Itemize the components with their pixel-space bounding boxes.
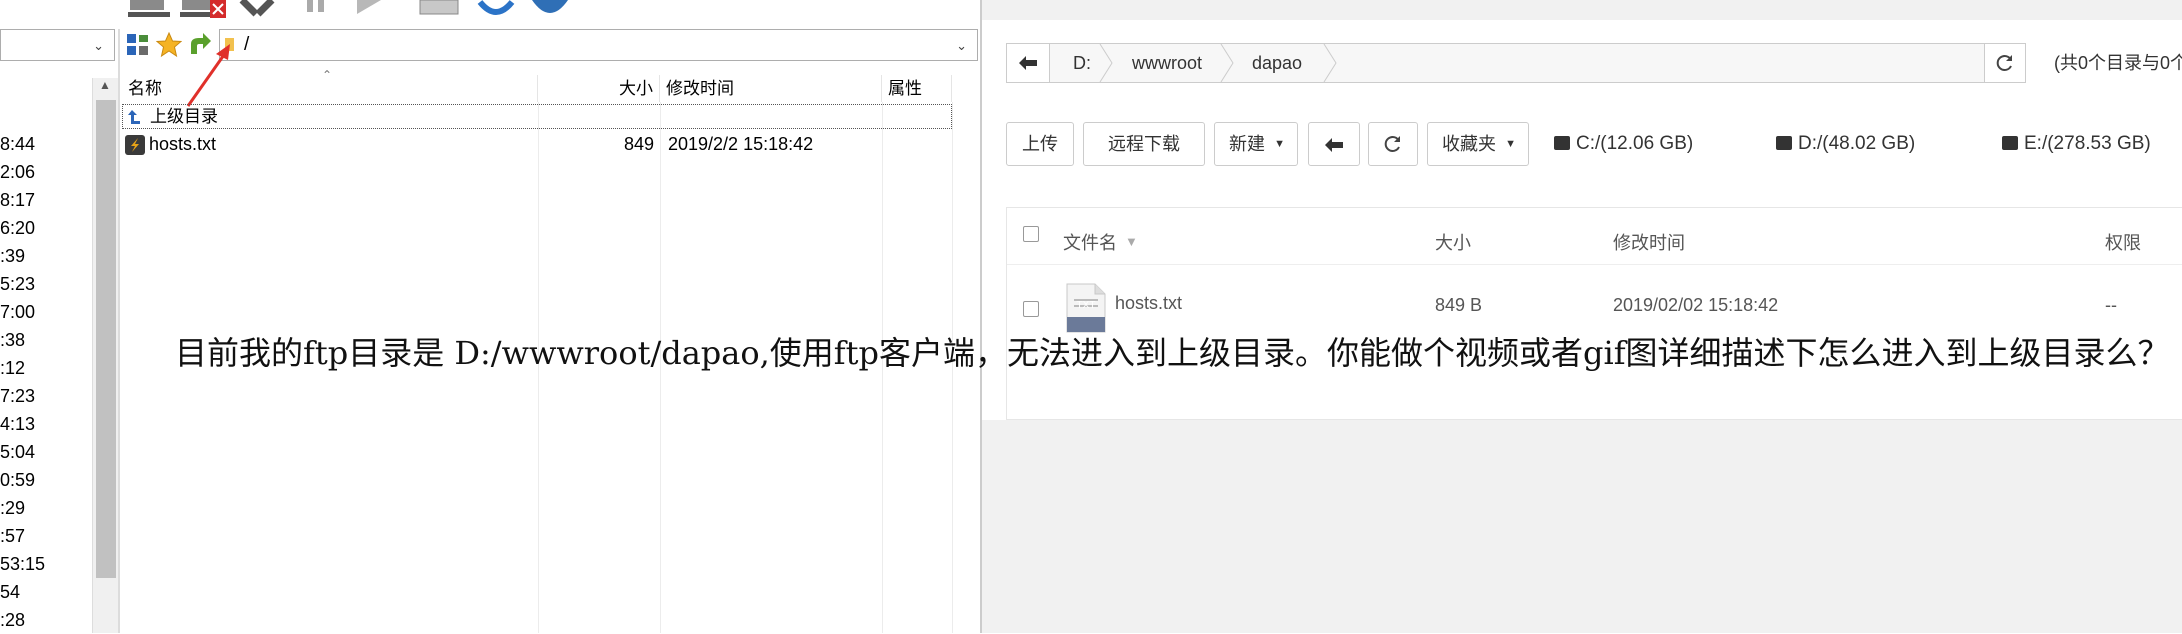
column-header-attributes[interactable]: 属性 <box>882 75 952 102</box>
server-icon[interactable] <box>128 0 174 18</box>
disk-label: C:/(12.06 GB) <box>1576 133 1694 154</box>
file-row[interactable]: hosts.txt 849 2019/2/2 15:18:42 <box>122 130 952 158</box>
parent-dir-icon <box>128 110 140 124</box>
file-modified: 2019/2/2 15:18:42 <box>668 134 814 154</box>
local-time: :28 <box>0 610 26 630</box>
refresh-icon <box>1384 136 1400 152</box>
column-header-permission[interactable]: 权限 <box>2105 228 2141 258</box>
file-size: 849 <box>623 134 654 154</box>
column-header-size[interactable]: 大小 <box>1435 228 1471 258</box>
local-path-dropdown[interactable]: ⌄ <box>0 29 115 61</box>
file-name: hosts.txt <box>149 134 217 154</box>
parent-directory-row[interactable]: 上级目录 <box>122 104 952 129</box>
back-arrow-icon <box>1019 56 1037 70</box>
file-table: 文件名 ▼ 大小 修改时间 权限 TXT hosts.txt 849 B 201… <box>1006 207 2182 420</box>
play-icon[interactable] <box>355 0 385 18</box>
local-time: 6:20 <box>0 218 36 238</box>
caret-down-icon: ▼ <box>1274 138 1285 150</box>
breadcrumb-item[interactable]: dapao <box>1252 44 1302 82</box>
scroll-up-icon[interactable]: ▲ <box>99 78 111 92</box>
site-manager-icon[interactable] <box>126 33 150 57</box>
pane-divider[interactable] <box>118 29 120 633</box>
remote-path-value[interactable]: / <box>244 34 249 56</box>
local-time: 7:00 <box>0 302 36 322</box>
chevron-down-icon: ⌄ <box>93 38 104 53</box>
upload-button[interactable]: 上传 <box>1006 122 1074 166</box>
web-file-manager: D: wwwroot dapao (共0个目录与0个 上传 远程下载 新建 ▼ … <box>980 0 2182 633</box>
pause-icon[interactable] <box>305 0 329 18</box>
row-checkbox[interactable] <box>1023 301 1039 317</box>
path-breadcrumb-bar: D: wwwroot dapao <box>1006 43 2008 83</box>
disk-label: E:/(278.53 GB) <box>2024 133 2151 154</box>
disk-d[interactable]: D:/(48.02 GB) <box>1776 131 1915 157</box>
star-icon[interactable] <box>156 32 182 58</box>
column-header-filename[interactable]: 文件名 <box>1063 228 1117 258</box>
globe-icon[interactable] <box>530 0 570 18</box>
file-name[interactable]: hosts.txt <box>1115 288 1182 318</box>
file-size: 849 B <box>1435 295 1483 315</box>
chevron-down-icon: ⌄ <box>956 38 967 53</box>
select-all-checkbox[interactable] <box>1023 226 1039 242</box>
local-time: 53:15 <box>0 554 46 574</box>
disk-c[interactable]: C:/(12.06 GB) <box>1554 131 1693 157</box>
remote-path-dropdown[interactable]: / ⌄ <box>219 29 978 61</box>
favorites-button-label: 收藏夹 <box>1442 134 1496 154</box>
local-time: 2:06 <box>0 162 36 182</box>
directory-summary: (共0个目录与0个 <box>2054 53 2182 73</box>
ftp-client-window: ⌄ / ⌄ 8:44 2:06 8:17 6:20 :39 5:23 7:00 … <box>0 0 980 633</box>
local-time: :57 <box>0 526 26 546</box>
new-button-label: 新建 <box>1229 134 1265 154</box>
column-header-modified[interactable]: 修改时间 <box>1613 228 1685 258</box>
queue-icon[interactable] <box>418 0 464 18</box>
file-type-label: TXT <box>1076 300 1096 311</box>
refresh-list-button[interactable] <box>1368 122 1418 166</box>
new-button[interactable]: 新建 ▼ <box>1214 122 1298 166</box>
txt-file-icon <box>125 135 145 155</box>
local-time: 4:13 <box>0 414 36 434</box>
local-time: :38 <box>0 330 26 350</box>
local-time: :39 <box>0 246 26 266</box>
sort-caret-icon[interactable]: ▼ <box>1125 234 1138 249</box>
disk-label: D:/(48.02 GB) <box>1798 133 1916 154</box>
local-time: 0:59 <box>0 470 36 490</box>
remote-download-button[interactable]: 远程下载 <box>1083 122 1205 166</box>
breadcrumb-item[interactable]: wwwroot <box>1132 44 1202 82</box>
local-time: 8:44 <box>0 134 36 154</box>
question-text: 目前我的ftp目录是 D:/wwwroot/dapao,使用ftp客户端，无法进… <box>175 334 2170 372</box>
server-disconnect-icon[interactable] <box>180 0 228 18</box>
local-time: 8:17 <box>0 190 36 210</box>
file-modified: 2019/02/02 15:18:42 <box>1613 295 1779 315</box>
back-button[interactable] <box>1007 44 1050 82</box>
local-time: :12 <box>0 358 26 378</box>
column-header-size[interactable]: 大小 <box>538 75 660 102</box>
file-permission: -- <box>2105 295 2117 315</box>
drive-icon <box>1776 136 1792 150</box>
refresh-icon <box>1996 55 2012 71</box>
cancel-icon[interactable] <box>238 0 284 18</box>
caret-down-icon: ▼ <box>1505 138 1516 150</box>
favorites-button[interactable]: 收藏夹 ▼ <box>1427 122 1529 166</box>
disk-e[interactable]: E:/(278.53 GB) <box>2002 131 2151 157</box>
breadcrumb-item[interactable]: D: <box>1073 44 1091 82</box>
parent-dir-label: 上级目录 <box>150 107 218 126</box>
refresh-path-button[interactable] <box>1984 43 2026 83</box>
breadcrumb-separator <box>1220 44 1234 82</box>
back-dir-button[interactable] <box>1308 122 1360 166</box>
local-scrollbar[interactable]: ▲ <box>92 78 119 633</box>
breadcrumb-separator <box>1099 44 1113 82</box>
local-time: :29 <box>0 498 26 518</box>
breadcrumb-separator <box>1323 44 1337 82</box>
column-header-name[interactable]: 名称 <box>122 75 538 102</box>
local-time: 5:23 <box>0 274 36 294</box>
local-time: 54 <box>0 582 21 602</box>
drive-icon <box>2002 136 2018 150</box>
local-time: 5:04 <box>0 442 36 462</box>
local-time: 7:23 <box>0 386 36 406</box>
back-arrow-icon <box>1325 138 1343 152</box>
scrollbar-thumb[interactable] <box>96 100 116 578</box>
drive-icon <box>1554 136 1570 150</box>
column-header-modified[interactable]: 修改时间 <box>660 75 882 102</box>
refresh-icon[interactable] <box>476 0 516 18</box>
